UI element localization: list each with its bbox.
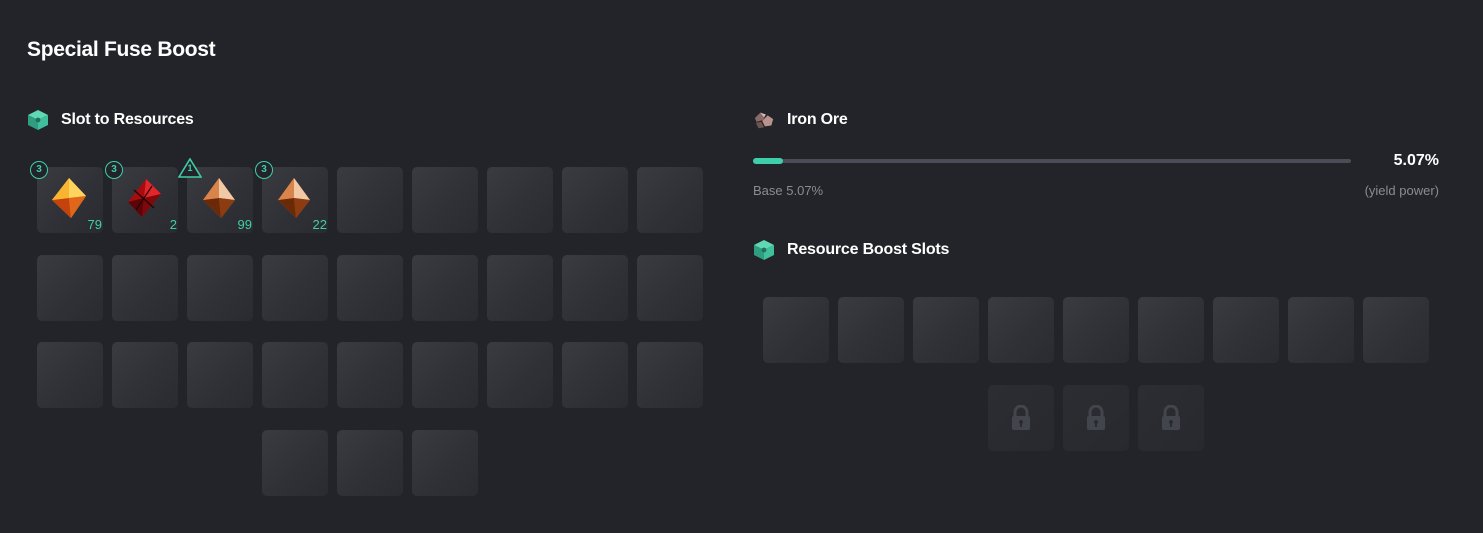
resource-slot[interactable] (262, 255, 328, 321)
resource-slot[interactable] (112, 255, 178, 321)
resource-slot[interactable]: 2 (112, 167, 178, 233)
resource-slot[interactable] (487, 342, 553, 408)
resource-slot[interactable] (637, 167, 703, 233)
boost-slot[interactable] (763, 297, 829, 363)
resource-slot[interactable] (487, 167, 553, 233)
resource-slot[interactable]: 22 (262, 167, 328, 233)
resource-slot[interactable] (262, 342, 328, 408)
item-count: 99 (237, 217, 252, 232)
boost-slot[interactable] (838, 297, 904, 363)
boost-slot[interactable] (913, 297, 979, 363)
resource-slot[interactable] (562, 255, 628, 321)
yield-progress-fill (753, 158, 784, 164)
resource-slot[interactable] (412, 167, 478, 233)
resource-slot[interactable]: 79 (37, 167, 103, 233)
resource-slot[interactable] (37, 255, 103, 321)
boost-slot[interactable] (1213, 297, 1279, 363)
base-yield-label: Base 5.07% (753, 183, 824, 198)
boost-slot[interactable] (1063, 297, 1129, 363)
resource-slot[interactable] (487, 255, 553, 321)
resource-slot[interactable] (262, 430, 328, 496)
level-badge: 3 (255, 161, 273, 179)
resource-slot[interactable] (337, 342, 403, 408)
lock-icon (1160, 404, 1182, 431)
boost-slot[interactable] (1363, 297, 1429, 363)
iron-ore-icon (754, 112, 774, 129)
resource-boost-slots-label: Resource Boost Slots (787, 241, 950, 258)
resource-slot[interactable] (187, 255, 253, 321)
cube-icon (28, 110, 48, 130)
boost-slot[interactable] (1288, 297, 1354, 363)
resource-boost-slots-header: Resource Boost Slots (753, 239, 949, 261)
cube-icon (754, 240, 774, 260)
yield-percent: 5.07% (1393, 152, 1439, 169)
boost-slot[interactable] (988, 297, 1054, 363)
resource-name: Iron Ore (787, 111, 848, 128)
resource-slot[interactable] (337, 430, 403, 496)
item-count: 2 (169, 217, 177, 232)
resource-slot[interactable] (337, 167, 403, 233)
level-badge: 3 (30, 161, 48, 179)
resource-slot[interactable] (562, 167, 628, 233)
resource-slot[interactable] (112, 342, 178, 408)
resource-slot[interactable] (187, 342, 253, 408)
resource-slot[interactable] (337, 255, 403, 321)
locked-boost-slot (1063, 385, 1129, 451)
slot-to-resources-label: Slot to Resources (61, 111, 194, 128)
resource-slot[interactable] (637, 255, 703, 321)
resource-slot[interactable] (412, 342, 478, 408)
locked-boost-slot (1138, 385, 1204, 451)
item-count: 22 (312, 217, 327, 232)
resource-slot[interactable] (37, 342, 103, 408)
resource-slot[interactable] (562, 342, 628, 408)
copper-gem-icon (199, 176, 239, 220)
resource-slot[interactable] (637, 342, 703, 408)
yield-power-note: (yield power) (1364, 183, 1439, 198)
resource-slot[interactable] (412, 430, 478, 496)
slot-to-resources-header: Slot to Resources (27, 109, 194, 131)
level-triangle-badge: 1 (177, 157, 203, 178)
iron-ore-header: Iron Ore (753, 109, 848, 131)
boost-slot[interactable] (1138, 297, 1204, 363)
item-count: 79 (87, 217, 102, 232)
ruby-gem-icon (124, 176, 164, 220)
resource-slot[interactable] (412, 255, 478, 321)
copper-gem-icon (274, 176, 314, 220)
level-badge: 3 (105, 161, 123, 179)
page-title: Special Fuse Boost (27, 38, 216, 61)
locked-boost-slot (988, 385, 1054, 451)
yield-progress-bar (753, 158, 1351, 164)
amber-gem-icon (49, 176, 89, 220)
level-badge-text: 1 (187, 163, 193, 173)
lock-icon (1010, 404, 1032, 431)
lock-icon (1085, 404, 1107, 431)
